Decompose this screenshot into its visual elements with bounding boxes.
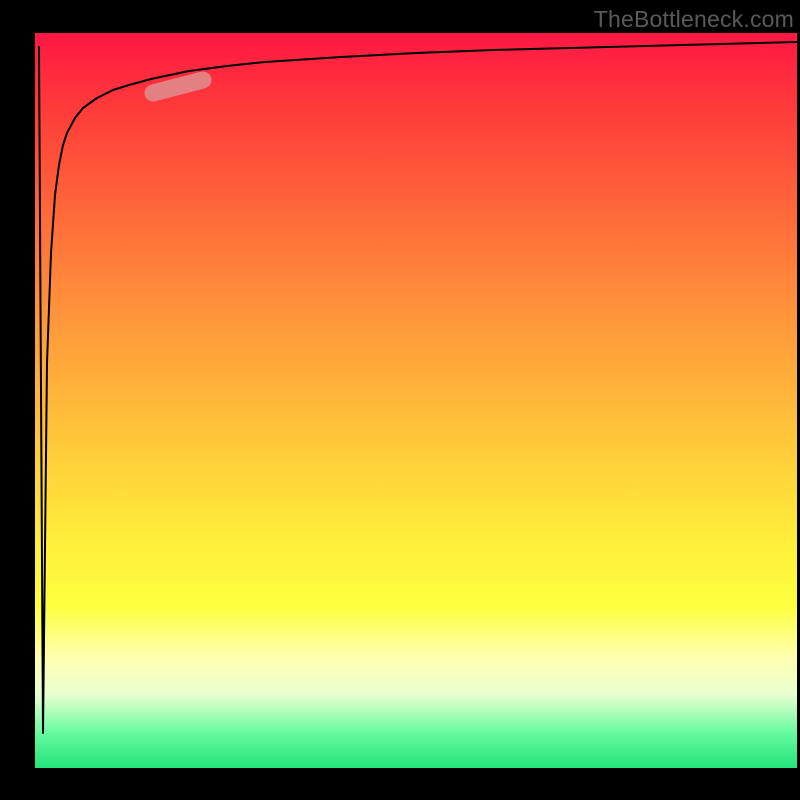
plot-area bbox=[35, 33, 797, 768]
chart-frame: TheBottleneck.com bbox=[0, 0, 800, 800]
watermark-text: TheBottleneck.com bbox=[594, 6, 794, 33]
